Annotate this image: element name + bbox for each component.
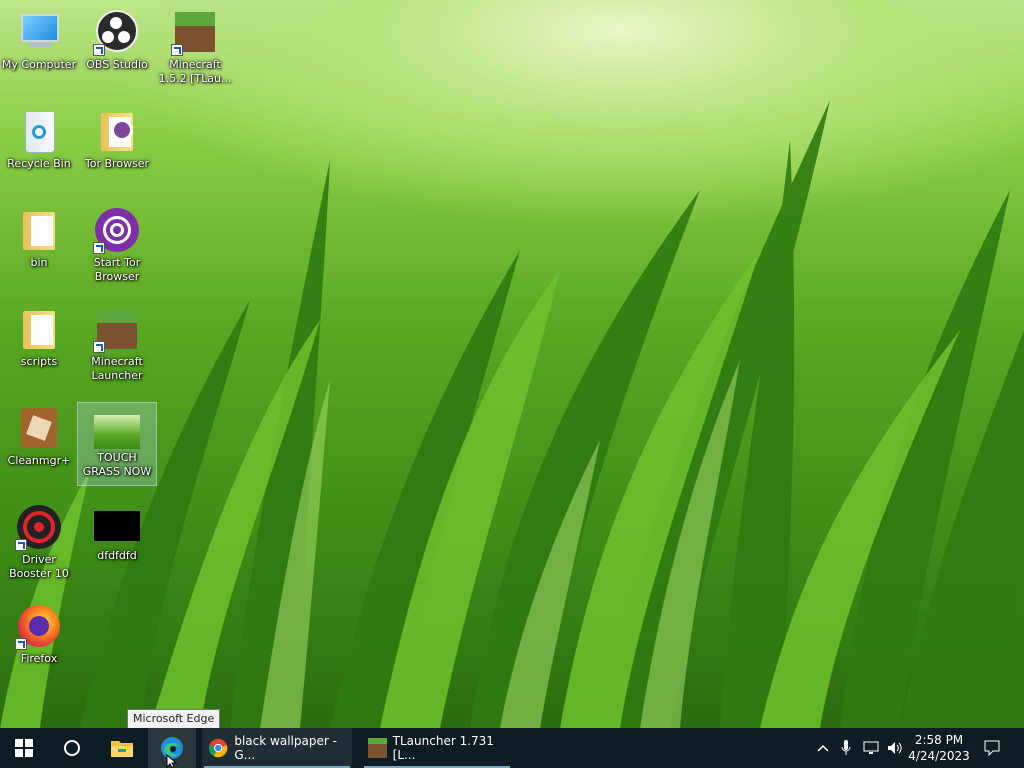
microphone-icon bbox=[841, 740, 851, 755]
desktop-icon-driver-booster[interactable]: Driver Booster 10 bbox=[0, 497, 78, 587]
desktop-icon-firefox[interactable]: Firefox bbox=[0, 596, 78, 676]
desktop-icon-label: My Computer bbox=[1, 58, 77, 71]
desktop-icon-minecraft-launcher[interactable]: Minecraft Launcher bbox=[78, 299, 156, 389]
desktop-icon-label: Firefox bbox=[20, 652, 58, 665]
clock-date: 4/24/2023 bbox=[908, 749, 970, 763]
tor-icon bbox=[93, 206, 141, 254]
desktop-icon-bin-folder[interactable]: bin bbox=[0, 200, 78, 280]
minecraft-icon bbox=[368, 738, 387, 758]
desktop-icon-obs-studio[interactable]: OBS Studio bbox=[78, 2, 156, 82]
taskbar-app-tlauncher[interactable]: TLauncher 1.731 [L... bbox=[362, 728, 512, 768]
obs-icon bbox=[93, 8, 141, 56]
desktop-icon-label: Minecraft Launcher bbox=[91, 355, 143, 382]
taskbar-file-explorer[interactable] bbox=[98, 728, 146, 768]
chrome-icon bbox=[208, 738, 228, 758]
mouse-cursor-icon bbox=[166, 754, 178, 768]
desktop-icon-label: Tor Browser bbox=[84, 157, 150, 170]
desktop-icon-tor-browser-folder[interactable]: Tor Browser bbox=[78, 101, 156, 181]
folder-tor-icon bbox=[93, 107, 141, 155]
driver-booster-icon bbox=[15, 503, 63, 551]
taskbar-app-label: TLauncher 1.731 [L... bbox=[392, 734, 494, 762]
network-tray[interactable] bbox=[860, 728, 882, 768]
desktop-icon-label: Cleanmgr+ bbox=[7, 454, 71, 467]
minecraft-icon bbox=[171, 8, 219, 56]
cortana-circle-icon bbox=[64, 740, 80, 756]
start-button[interactable] bbox=[0, 728, 48, 768]
network-icon bbox=[863, 741, 879, 754]
desktop-icon-dfdfdfd[interactable]: dfdfdfd bbox=[78, 497, 156, 577]
desktop-icon-start-tor-browser[interactable]: Start Tor Browser bbox=[78, 200, 156, 290]
shortcut-arrow-icon bbox=[15, 638, 27, 650]
desktop-icon-recycle-bin[interactable]: Recycle Bin bbox=[0, 101, 78, 181]
shortcut-arrow-icon bbox=[15, 539, 27, 551]
search-button[interactable] bbox=[48, 728, 96, 768]
folder-icon bbox=[15, 206, 63, 254]
show-hidden-icons-button[interactable] bbox=[812, 728, 834, 768]
taskbar-app-chrome[interactable]: black wallpaper - G... bbox=[202, 728, 352, 768]
minecraft-icon bbox=[93, 305, 141, 353]
recycle-bin-icon bbox=[15, 107, 63, 155]
shortcut-arrow-icon bbox=[93, 341, 105, 353]
microphone-tray[interactable] bbox=[836, 728, 856, 768]
shortcut-arrow-icon bbox=[93, 242, 105, 254]
desktop-icon-my-computer[interactable]: My Computer bbox=[0, 2, 78, 82]
volume-icon bbox=[888, 742, 902, 754]
shortcut-arrow-icon bbox=[171, 44, 183, 56]
action-center-button[interactable] bbox=[978, 728, 1006, 768]
computer-icon bbox=[15, 8, 63, 56]
chevron-up-icon bbox=[817, 744, 829, 752]
edge-tooltip: Microsoft Edge bbox=[127, 709, 221, 729]
desktop-icon-label: Minecraft 1.5.2 [TLau... bbox=[158, 58, 232, 85]
black-image-icon bbox=[94, 511, 140, 541]
file-explorer-icon bbox=[111, 741, 133, 757]
desktop-icon-minecraft-152[interactable]: Minecraft 1.5.2 [TLau... bbox=[156, 2, 234, 92]
volume-tray[interactable] bbox=[884, 728, 906, 768]
taskbar: black wallpaper - G... TLauncher 1.731 [… bbox=[0, 728, 1024, 768]
desktop-icon-label: OBS Studio bbox=[86, 58, 148, 71]
grass-image-icon bbox=[94, 415, 140, 449]
desktop-icon-label: TOUCH GRASS NOW bbox=[82, 451, 152, 478]
desktop-icon-touch-grass-now[interactable]: TOUCH GRASS NOW bbox=[77, 402, 157, 486]
shortcut-arrow-icon bbox=[93, 44, 105, 56]
windows-start-icon bbox=[15, 739, 33, 757]
notification-icon bbox=[984, 740, 1000, 756]
desktop-icon-label: bin bbox=[30, 256, 48, 269]
desktop-icon-label: Start Tor Browser bbox=[93, 256, 141, 283]
taskbar-app-label: black wallpaper - G... bbox=[234, 734, 337, 762]
taskbar-clock[interactable]: 2:58 PM 4/24/2023 bbox=[906, 728, 972, 768]
desktop-icon-label: dfdfdfd bbox=[97, 549, 137, 562]
desktop-icon-label: Driver Booster 10 bbox=[9, 553, 69, 580]
desktop-icon-label: scripts bbox=[20, 355, 58, 368]
firefox-icon bbox=[15, 602, 63, 650]
clock-time: 2:58 PM bbox=[914, 733, 964, 747]
desktop-icon-scripts-folder[interactable]: scripts bbox=[0, 299, 78, 379]
folder-icon bbox=[15, 305, 63, 353]
desktop-icon-cleanmgr[interactable]: Cleanmgr+ bbox=[0, 398, 78, 478]
cleanmgr-icon bbox=[15, 404, 63, 452]
desktop-icon-label: Recycle Bin bbox=[7, 157, 71, 170]
